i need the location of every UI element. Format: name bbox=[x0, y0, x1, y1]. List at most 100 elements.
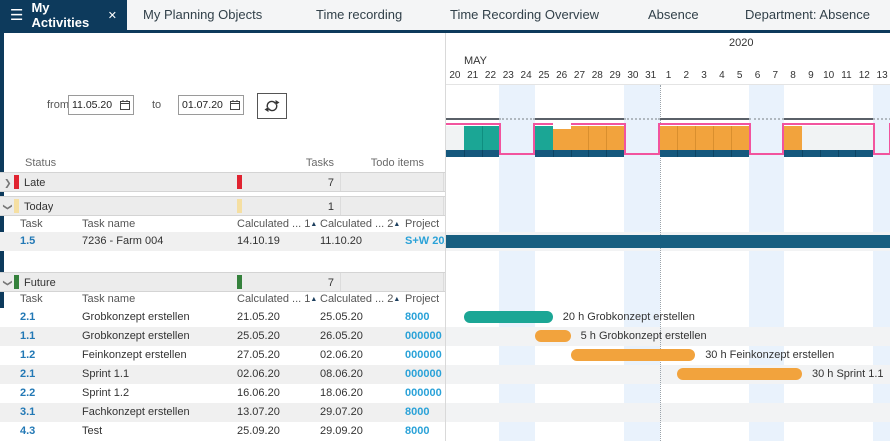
status-chip bbox=[14, 175, 19, 189]
project-link[interactable]: 000000 bbox=[405, 327, 442, 346]
task-row[interactable]: 1.1Grobkonzept erstellen25.05.2026.05.20… bbox=[0, 327, 445, 346]
group-row-future[interactable]: ❯Future7 bbox=[0, 272, 445, 292]
weekend-capacity-box bbox=[749, 123, 785, 155]
weekend-capacity-box bbox=[624, 123, 660, 155]
summary-task-bar[interactable] bbox=[446, 235, 890, 248]
task-row[interactable]: 4.3Test25.09.2029.09.208000 bbox=[0, 422, 445, 441]
capacity-dotted-line bbox=[499, 118, 535, 120]
calculated-date-2: 29.07.20 bbox=[320, 403, 363, 422]
histogram-empty-day bbox=[802, 126, 820, 150]
sub-header-row: Task Task name Calculated ... 1▲Calculated… bbox=[0, 217, 445, 232]
task-row[interactable]: 1.57236 - Farm 00414.10.1911.10.20S+W 20… bbox=[0, 232, 445, 251]
histogram-bar-teal bbox=[535, 126, 553, 150]
sort-asc-icon[interactable]: ▲ bbox=[393, 296, 400, 303]
nav-tab-time-recording[interactable]: Time recording bbox=[316, 0, 402, 30]
group-task-count: 7 bbox=[245, 173, 334, 193]
sub-col-1[interactable]: Task bbox=[20, 292, 43, 307]
sort-asc-icon[interactable]: ▲ bbox=[310, 221, 317, 228]
from-date-input[interactable]: 11.05.20 bbox=[68, 95, 134, 115]
project-link[interactable]: 000000 bbox=[405, 365, 442, 384]
sub-col-3[interactable]: Calculated ... 1▲ bbox=[237, 292, 317, 307]
project-link[interactable]: 8000 bbox=[405, 308, 429, 327]
project-link[interactable]: 000000 bbox=[405, 384, 442, 403]
task-number-link[interactable]: 2.1 bbox=[20, 308, 35, 327]
table-header-row: Status Tasks Todo items bbox=[0, 155, 445, 171]
task-name: Sprint 1.2 bbox=[82, 384, 232, 403]
nav-tab-my-planning-objects[interactable]: My Planning Objects bbox=[143, 0, 262, 30]
chevron-down-icon[interactable]: ❯ bbox=[1, 279, 15, 287]
task-number-link[interactable]: 2.2 bbox=[20, 384, 35, 403]
project-link[interactable]: 000000 bbox=[405, 346, 442, 365]
task-number-link[interactable]: 1.2 bbox=[20, 346, 35, 365]
calculated-date-1: 02.06.20 bbox=[237, 365, 280, 384]
column-divider bbox=[443, 273, 444, 291]
weekend-capacity-box bbox=[873, 123, 890, 155]
menu-icon[interactable]: ☰ bbox=[10, 8, 23, 23]
task-row[interactable]: 2.1Grobkonzept erstellen21.05.2025.05.20… bbox=[0, 308, 445, 327]
baseline-strip bbox=[731, 150, 749, 157]
gantt-year-label: 2020 bbox=[729, 37, 789, 49]
col-todo-items[interactable]: Todo items bbox=[340, 155, 424, 171]
histogram-empty-day bbox=[446, 126, 464, 150]
day-label: 3 bbox=[695, 70, 713, 83]
sub-col-2[interactable]: Task name bbox=[82, 217, 135, 232]
refresh-icon bbox=[264, 99, 280, 113]
status-chip bbox=[14, 275, 19, 289]
calculated-date-2: 11.10.20 bbox=[320, 232, 362, 251]
calendar-icon[interactable] bbox=[230, 100, 240, 110]
sub-col-5[interactable]: Project bbox=[405, 292, 439, 307]
task-name: Grobkonzept erstellen bbox=[82, 327, 232, 346]
sub-col-3[interactable]: Calculated ... 1▲ bbox=[237, 217, 317, 232]
nav-tab-department-absence[interactable]: Department: Absence bbox=[745, 0, 870, 30]
histogram-bar-orange bbox=[731, 126, 749, 150]
column-divider bbox=[340, 273, 341, 291]
gantt-task-bar[interactable] bbox=[535, 330, 571, 342]
sub-col-4[interactable]: Calculated ... 2▲ bbox=[320, 292, 400, 307]
task-number-link[interactable]: 1.5 bbox=[20, 232, 35, 251]
task-number-link[interactable]: 4.3 bbox=[20, 422, 35, 441]
gantt-task-bar[interactable] bbox=[571, 349, 696, 361]
col-tasks[interactable]: Tasks bbox=[237, 155, 334, 171]
col-status[interactable]: Status bbox=[25, 155, 56, 171]
chevron-down-icon[interactable]: ❯ bbox=[1, 203, 15, 211]
task-number-link[interactable]: 2.1 bbox=[20, 365, 35, 384]
task-row[interactable]: 2.1Sprint 1.102.06.2008.06.20000000 bbox=[0, 365, 445, 384]
histogram-bar-orange bbox=[553, 129, 571, 150]
task-table: Status Tasks Todo items ❯Late7❯Today1Tas… bbox=[0, 155, 445, 441]
calendar-icon[interactable] bbox=[120, 100, 130, 110]
project-link[interactable]: 8000 bbox=[405, 403, 429, 422]
sub-col-4[interactable]: Calculated ... 2▲ bbox=[320, 217, 400, 232]
baseline-strip bbox=[588, 150, 606, 157]
close-icon[interactable]: ✕ bbox=[108, 9, 117, 22]
sort-asc-icon[interactable]: ▲ bbox=[310, 296, 317, 303]
sub-col-1[interactable]: Task bbox=[20, 217, 43, 232]
status-chip bbox=[237, 199, 242, 213]
histogram-bar-orange bbox=[571, 126, 589, 150]
to-date-input[interactable]: 01.07.20 bbox=[178, 95, 244, 115]
task-row[interactable]: 3.1Fachkonzept erstellen13.07.2029.07.20… bbox=[0, 403, 445, 422]
sort-asc-icon[interactable]: ▲ bbox=[393, 221, 400, 228]
sub-col-5[interactable]: Project bbox=[405, 217, 439, 232]
to-date-value: 01.07.20 bbox=[182, 99, 223, 111]
nav-tab-time-recording-overview[interactable]: Time Recording Overview bbox=[450, 0, 599, 30]
gantt-task-bar[interactable] bbox=[464, 311, 553, 323]
baseline-strip bbox=[677, 150, 695, 157]
refresh-button[interactable] bbox=[257, 93, 287, 119]
task-number-link[interactable]: 3.1 bbox=[20, 403, 35, 422]
day-label: 12 bbox=[855, 70, 873, 83]
tab-my-activities[interactable]: ☰ My Activities ✕ bbox=[0, 0, 127, 30]
project-link[interactable]: 8000 bbox=[405, 422, 429, 441]
capacity-pink-line bbox=[446, 123, 499, 125]
task-number-link[interactable]: 1.1 bbox=[20, 327, 35, 346]
chevron-right-icon[interactable]: ❯ bbox=[4, 176, 12, 190]
group-row-late[interactable]: ❯Late7 bbox=[0, 172, 445, 192]
task-row[interactable]: 2.2Sprint 1.216.06.2018.06.20000000 bbox=[0, 384, 445, 403]
task-name: Fachkonzept erstellen bbox=[82, 403, 232, 422]
task-row[interactable]: 1.2Feinkonzept erstellen27.05.2002.06.20… bbox=[0, 346, 445, 365]
capacity-top-line bbox=[535, 118, 624, 120]
nav-tab-absence[interactable]: Absence bbox=[648, 0, 699, 30]
day-label: 31 bbox=[642, 70, 660, 83]
group-row-today[interactable]: ❯Today1 bbox=[0, 196, 445, 216]
sub-col-2[interactable]: Task name bbox=[82, 292, 135, 307]
gantt-task-bar[interactable] bbox=[677, 368, 802, 380]
